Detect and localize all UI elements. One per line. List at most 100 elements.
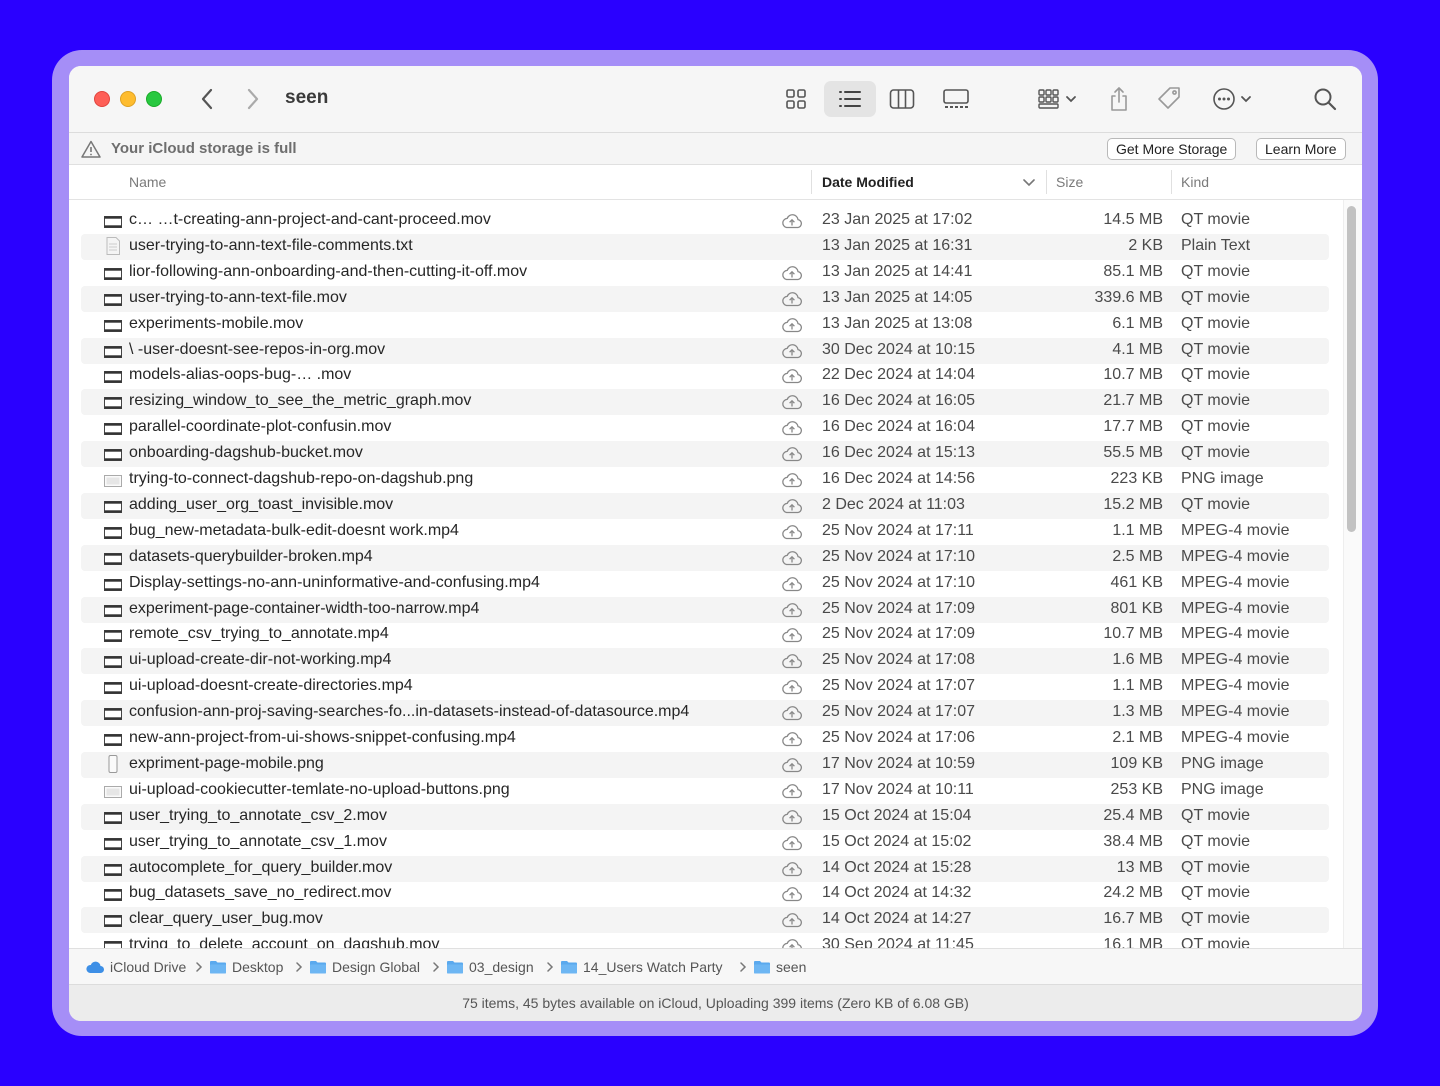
icloud-status[interactable]	[781, 835, 803, 856]
icloud-status[interactable]	[781, 368, 803, 389]
file-row[interactable]: \ -user-doesnt-see-repos-in-org.mov 30 De…	[81, 337, 1329, 364]
icloud-upload-icon[interactable]	[781, 576, 803, 592]
minimize-window-button[interactable]	[120, 91, 136, 107]
file-row[interactable]: bug_datasets_save_no_redirect.mov 14 Oct …	[81, 881, 1329, 907]
icloud-upload-icon[interactable]	[781, 731, 803, 747]
file-row[interactable]: remote_csv_trying_to_annotate.mp4 25 Nov …	[81, 622, 1329, 648]
icloud-upload-icon[interactable]	[781, 394, 803, 410]
path-crumb[interactable]: 14_Users Watch Party	[560, 959, 723, 975]
icloud-status[interactable]	[781, 472, 803, 493]
tag-button[interactable]	[1153, 81, 1185, 117]
icloud-upload-icon[interactable]	[781, 213, 803, 229]
icloud-status[interactable]	[781, 265, 803, 286]
file-row[interactable]: c… …t-creating-ann-project-and-cant-proc…	[81, 208, 1329, 234]
icloud-upload-icon[interactable]	[781, 627, 803, 643]
icloud-status[interactable]	[781, 343, 803, 364]
file-row[interactable]: ui-upload-cookiecutter-temlate-no-upload…	[81, 778, 1329, 804]
group-button[interactable]	[1031, 81, 1083, 117]
column-header-name[interactable]: Name	[129, 174, 166, 190]
zoom-window-button[interactable]	[146, 91, 162, 107]
icloud-upload-icon[interactable]	[781, 912, 803, 928]
icloud-status[interactable]	[781, 213, 803, 234]
file-row[interactable]: ui-upload-create-dir-not-working.mp4 25 N…	[81, 648, 1329, 675]
more-actions-button[interactable]	[1209, 81, 1257, 117]
file-row[interactable]: new-ann-project-from-ui-shows-snippet-co…	[81, 726, 1329, 752]
icloud-upload-icon[interactable]	[781, 446, 803, 462]
file-row[interactable]: autocomplete_for_query_builder.mov 14 Oct…	[81, 855, 1329, 882]
icloud-status[interactable]	[781, 653, 803, 674]
column-divider[interactable]	[1171, 170, 1172, 194]
icloud-status[interactable]	[781, 757, 803, 778]
icloud-upload-icon[interactable]	[781, 550, 803, 566]
icloud-status[interactable]	[781, 809, 803, 830]
icloud-upload-icon[interactable]	[781, 783, 803, 799]
column-divider[interactable]	[1046, 170, 1047, 194]
close-window-button[interactable]	[94, 91, 110, 107]
file-row[interactable]: user-trying-to-ann-text-file-comments.tx…	[81, 233, 1329, 260]
icloud-upload-icon[interactable]	[781, 343, 803, 359]
column-header-size[interactable]: Size	[1056, 174, 1083, 190]
column-view-button[interactable]	[883, 81, 921, 117]
file-row[interactable]: models-alias-oops-bug-… .mov 22 Dec 2024 …	[81, 363, 1329, 389]
file-row[interactable]: experiments-mobile.mov 13 Jan 2025 at 13:…	[81, 312, 1329, 338]
icloud-upload-icon[interactable]	[781, 420, 803, 436]
icloud-status[interactable]	[781, 420, 803, 441]
get-more-storage-button[interactable]: Get More Storage	[1107, 138, 1237, 160]
file-row[interactable]: Display-settings-no-ann-uninformative-an…	[81, 571, 1329, 597]
icloud-upload-icon[interactable]	[781, 886, 803, 902]
icloud-upload-icon[interactable]	[781, 757, 803, 773]
icloud-upload-icon[interactable]	[781, 291, 803, 307]
icloud-upload-icon[interactable]	[781, 524, 803, 540]
file-row[interactable]: datasets-querybuilder-broken.mp4 25 Nov 2…	[81, 544, 1329, 571]
icloud-status[interactable]	[781, 886, 803, 907]
gallery-view-button[interactable]	[935, 81, 977, 117]
file-row[interactable]: clear_query_user_bug.mov 14 Oct 2024 at 1…	[81, 907, 1329, 934]
icon-view-button[interactable]	[777, 81, 815, 117]
icloud-status[interactable]	[781, 602, 803, 623]
file-row[interactable]: confusion-ann-proj-saving-searches-fo...…	[81, 700, 1329, 727]
icloud-status[interactable]	[781, 524, 803, 545]
column-header-kind[interactable]: Kind	[1181, 174, 1209, 190]
path-crumb[interactable]: seen	[753, 959, 806, 975]
icloud-status[interactable]	[781, 731, 803, 752]
back-button[interactable]	[193, 84, 221, 114]
file-row[interactable]: onboarding-dagshub-bucket.mov 16 Dec 2024…	[81, 441, 1329, 468]
icloud-upload-icon[interactable]	[781, 705, 803, 721]
icloud-upload-icon[interactable]	[781, 861, 803, 877]
icloud-status[interactable]	[781, 783, 803, 804]
icloud-upload-icon[interactable]	[781, 653, 803, 669]
search-button[interactable]	[1309, 81, 1341, 117]
file-row[interactable]: user-trying-to-ann-text-file.mov 13 Jan 2…	[81, 285, 1329, 312]
icloud-upload-icon[interactable]	[781, 602, 803, 618]
file-row[interactable]: ui-upload-doesnt-create-directories.mp4 2…	[81, 674, 1329, 700]
icloud-upload-icon[interactable]	[781, 679, 803, 695]
file-row[interactable]: adding_user_org_toast_invisible.mov 2 Dec…	[81, 492, 1329, 519]
icloud-upload-icon[interactable]	[781, 265, 803, 281]
file-row[interactable]: trying_to_delete_account_on_dagshub.mov 3…	[81, 933, 1329, 948]
icloud-status[interactable]	[781, 394, 803, 415]
path-crumb[interactable]: 03_design	[446, 959, 534, 975]
file-row[interactable]: lior-following-ann-onboarding-and-then-c…	[81, 260, 1329, 286]
file-row[interactable]: resizing_window_to_see_the_metric_graph.…	[81, 389, 1329, 416]
icloud-status[interactable]	[781, 938, 803, 948]
learn-more-button[interactable]: Learn More	[1256, 138, 1346, 160]
file-row[interactable]: user_trying_to_annotate_csv_1.mov 15 Oct …	[81, 830, 1329, 856]
icloud-status[interactable]	[781, 627, 803, 648]
icloud-status[interactable]	[781, 912, 803, 933]
icloud-status[interactable]	[781, 291, 803, 312]
icloud-status[interactable]	[781, 861, 803, 882]
file-row[interactable]: expriment-page-mobile.png 17 Nov 2024 at …	[81, 751, 1329, 778]
list-view-button[interactable]	[824, 81, 876, 117]
icloud-upload-icon[interactable]	[781, 809, 803, 825]
icloud-upload-icon[interactable]	[781, 938, 803, 948]
forward-button[interactable]	[239, 84, 267, 114]
icloud-status[interactable]	[781, 679, 803, 700]
column-divider[interactable]	[811, 170, 812, 194]
icloud-status[interactable]	[781, 705, 803, 726]
column-header-date-modified[interactable]: Date Modified	[822, 174, 914, 190]
file-row[interactable]: parallel-coordinate-plot-confusin.mov 16 …	[81, 415, 1329, 441]
icloud-status[interactable]	[781, 550, 803, 571]
file-row[interactable]: trying-to-connect-dagshub-repo-on-dagshu…	[81, 467, 1329, 493]
file-row[interactable]: user_trying_to_annotate_csv_2.mov 15 Oct …	[81, 803, 1329, 830]
icloud-upload-icon[interactable]	[781, 472, 803, 488]
